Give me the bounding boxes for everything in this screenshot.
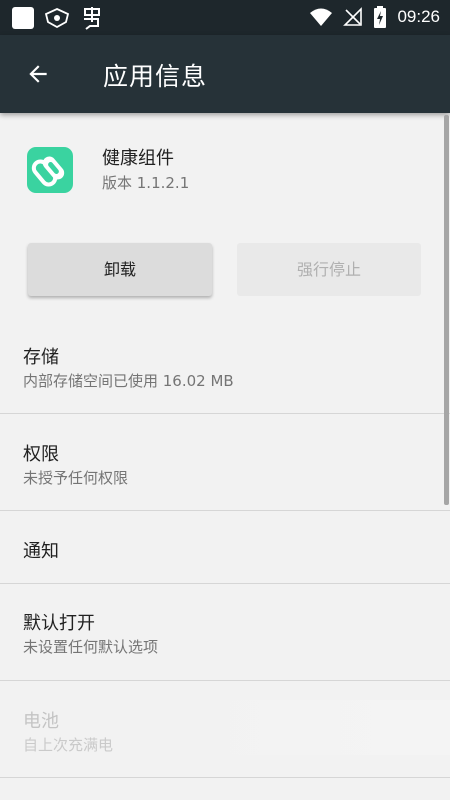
list-item-notifications[interactable]: 通知 [0, 511, 450, 583]
page-title: 应用信息 [103, 62, 208, 91]
arrow-back-icon [29, 65, 47, 83]
back-button[interactable] [14, 50, 62, 98]
open-by-default-subtitle: 未设置任何默认选项 [23, 638, 159, 656]
app-name: 健康组件 [102, 148, 174, 169]
permissions-subtitle: 未授予任何权限 [23, 469, 129, 487]
list-item-storage[interactable]: 存储 内部存储空间已使用 16.02 MB [0, 325, 450, 413]
health-app-icon [27, 147, 73, 193]
storage-title: 存储 [23, 347, 59, 368]
scrollbar[interactable] [444, 115, 449, 505]
force-stop-button[interactable]: 强行停止 [237, 243, 421, 296]
notification-square-icon [12, 7, 34, 29]
list-item-permissions[interactable]: 权限 未授予任何权限 [0, 414, 450, 510]
battery-subtitle: 自上次充满电 [23, 736, 114, 754]
fade-overlay [110, 700, 450, 755]
app-version: 版本 1.1.2.1 [102, 174, 190, 192]
no-signal-icon [343, 7, 363, 26]
notifications-title: 通知 [23, 541, 59, 562]
list-item-open-by-default[interactable]: 默认打开 未设置任何默认选项 [0, 584, 450, 680]
divider [0, 777, 450, 778]
app-bar: 应用信息 [0, 35, 450, 113]
badge-icon [44, 8, 70, 28]
battery-charging-icon [374, 6, 387, 28]
uninstall-button[interactable]: 卸载 [28, 243, 212, 296]
status-bar: 09:26 [0, 0, 450, 35]
storage-subtitle: 内部存储空间已使用 16.02 MB [23, 372, 234, 390]
battery-title: 电池 [23, 711, 59, 732]
open-by-default-title: 默认打开 [23, 613, 95, 634]
bug-app-icon [84, 7, 100, 30]
clock: 09:26 [397, 7, 440, 26]
wifi-icon [310, 8, 333, 26]
permissions-title: 权限 [23, 444, 59, 465]
